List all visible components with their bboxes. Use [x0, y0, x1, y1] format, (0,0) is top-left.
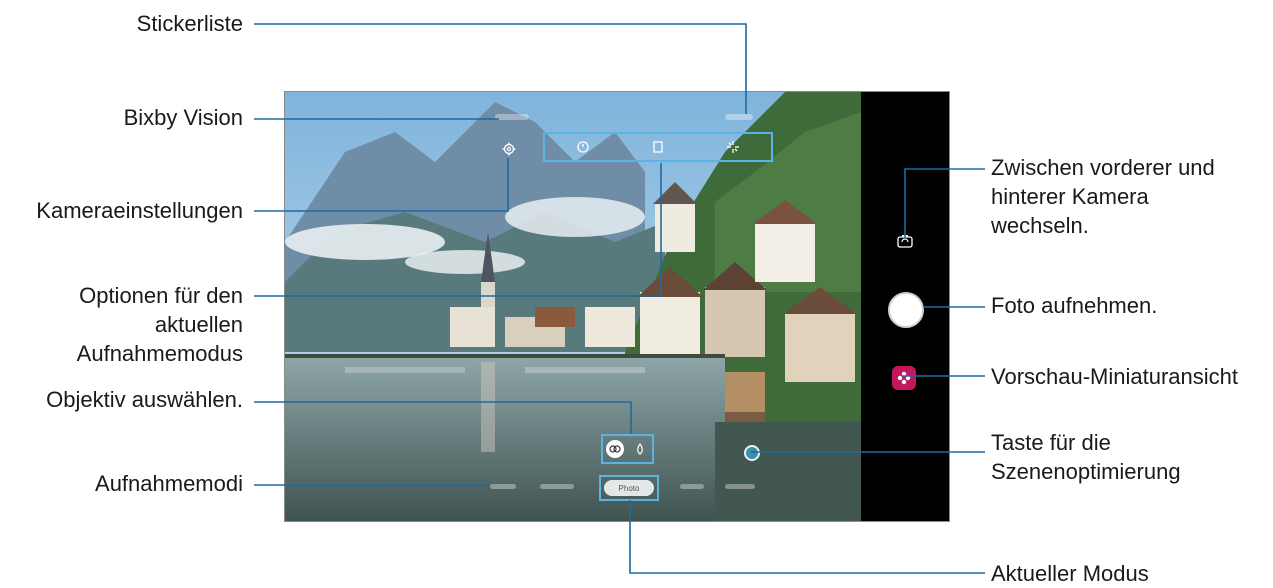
shooting-mode-item[interactable]	[490, 484, 516, 489]
sticker-list-icon[interactable]	[725, 114, 753, 120]
label-scene-optimizer: Taste für die Szenenoptimierung	[991, 430, 1181, 484]
label-camera-settings: Kameraeinstellungen	[36, 198, 243, 223]
shooting-mode-item[interactable]	[680, 484, 704, 489]
current-mode-highlight: Photo	[599, 475, 659, 501]
camera-screen: Photo	[284, 91, 950, 522]
gallery-thumbnail-icon[interactable]	[892, 366, 916, 390]
label-current-mode: Aktueller Modus	[991, 561, 1149, 586]
current-mode-options-bar	[543, 132, 773, 162]
lens-selector	[601, 434, 654, 464]
timer-off-icon[interactable]	[571, 137, 595, 157]
label-bixby-vision: Bixby Vision	[123, 105, 243, 130]
label-sticker-list: Stickerliste	[136, 11, 243, 36]
settings-gear-icon[interactable]	[500, 140, 518, 158]
lens-standard-icon[interactable]	[631, 440, 649, 458]
shooting-mode-item[interactable]	[540, 484, 574, 489]
bixby-vision-icon[interactable]	[495, 114, 529, 120]
label-preview-thumbnail: Vorschau-Miniaturansicht	[991, 364, 1239, 389]
current-mode-button[interactable]: Photo	[604, 480, 654, 496]
label-switch-camera: Zwischen vorderer und hinterer Kamera we…	[991, 155, 1215, 238]
label-select-lens: Objektiv auswählen.	[46, 387, 243, 412]
shooting-mode-item[interactable]	[725, 484, 755, 489]
switch-camera-icon[interactable]	[896, 232, 914, 250]
shutter-button[interactable]	[888, 292, 924, 328]
label-take-photo: Foto aufnehmen.	[991, 293, 1158, 318]
label-shooting-modes: Aufnahmemodi	[95, 471, 243, 496]
filter-sparkle-icon[interactable]	[721, 137, 745, 157]
scene-optimizer-button[interactable]	[744, 445, 760, 461]
label-current-mode-options: Optionen für den aktuellen Aufnahmemodus	[76, 283, 243, 366]
lens-wide-icon[interactable]	[606, 440, 625, 458]
aspect-ratio-icon[interactable]	[646, 137, 670, 157]
